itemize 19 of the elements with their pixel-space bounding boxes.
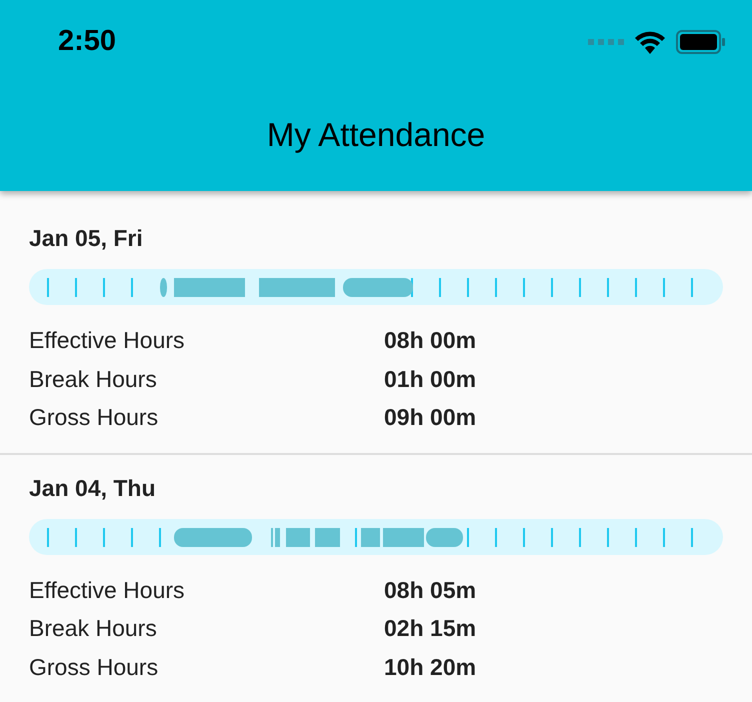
app-title: My Attendance <box>266 114 486 155</box>
stat-label: Effective Hours <box>29 576 186 604</box>
stat-label: Break Hours <box>29 364 158 394</box>
stat-label: Gross Hours <box>29 652 160 682</box>
stat-value: 08h 00m <box>384 326 476 355</box>
wifi-icon <box>634 30 666 54</box>
stat-value: 08h 05m <box>384 576 476 604</box>
day-title: Jan 05, Fri <box>29 224 144 253</box>
day-title: Jan 04, Thu <box>29 474 157 502</box>
stat-label: Break Hours <box>29 614 158 643</box>
stat-value: 09h 00m <box>384 403 476 432</box>
stat-label: Effective Hours <box>29 326 186 355</box>
stat-value: 10h 20m <box>384 652 476 682</box>
battery-icon <box>676 30 726 54</box>
signal-icon <box>588 38 624 46</box>
stat-value: 01h 00m <box>384 364 476 394</box>
status-time: 2:50 <box>58 24 116 60</box>
stat-value: 02h 15m <box>384 614 476 643</box>
stat-label: Gross Hours <box>29 403 160 432</box>
